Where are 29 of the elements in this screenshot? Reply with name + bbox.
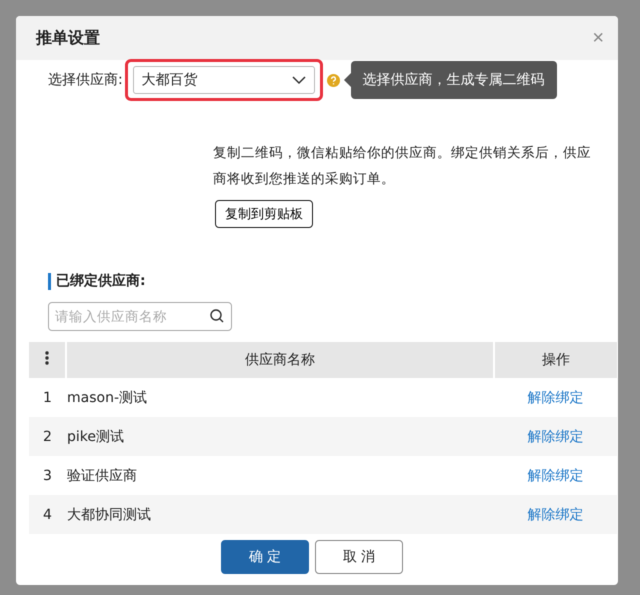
- supplier-name: pike测试: [67, 428, 124, 444]
- copy-button[interactable]: 复制到剪贴板: [215, 200, 313, 228]
- close-button[interactable]: ×: [592, 26, 604, 50]
- column-header: 供应商名称: [245, 352, 315, 368]
- supplier-name: mason-测试: [67, 390, 148, 406]
- column-header: 操作: [542, 352, 570, 368]
- confirm-button[interactable]: 确 定: [221, 540, 309, 574]
- search-field[interactable]: 请输入供应商名称: [48, 302, 232, 331]
- unbind-link[interactable]: 解除绑定: [528, 428, 584, 444]
- cancel-button[interactable]: 取 消: [315, 540, 403, 574]
- search-icon: [210, 309, 224, 323]
- unbind-link[interactable]: 解除绑定: [528, 390, 584, 406]
- row-number: 1: [43, 390, 52, 406]
- supplier-name: 验证供应商: [67, 468, 137, 484]
- instruction-text: 复制二维码，微信粘贴给你的供应商。绑定供销关系后，供应商将收到您推送的采购订单。: [213, 144, 592, 189]
- supplier-name: 大都协同测试: [67, 506, 151, 522]
- row-number: 2: [43, 428, 52, 444]
- tooltip: 选择供应商，生成专属二维码: [350, 61, 557, 99]
- supplier-select[interactable]: 大都百货: [132, 66, 315, 94]
- tooltip-pointer: [344, 73, 351, 87]
- row-number: 3: [43, 468, 52, 484]
- unbind-link[interactable]: 解除绑定: [528, 506, 584, 522]
- section-title: 已绑定供应商:: [56, 272, 146, 290]
- chevron-down-icon: [292, 76, 306, 84]
- row-number: 4: [43, 506, 52, 522]
- column-menu-icon[interactable]: [45, 350, 49, 366]
- unbind-link[interactable]: 解除绑定: [528, 468, 584, 484]
- supplier-label: 选择供应商:: [48, 71, 123, 89]
- dialog-title: 推单设置: [36, 28, 100, 48]
